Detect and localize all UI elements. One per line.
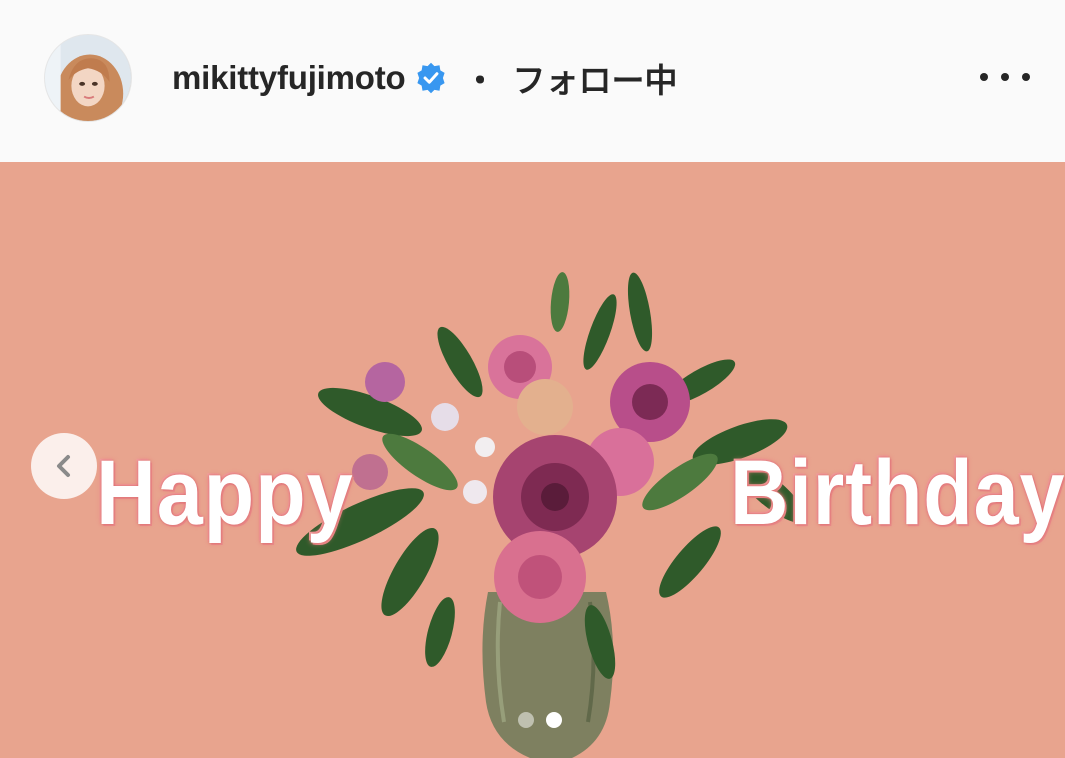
overlay-text-happy: Happy <box>96 442 354 544</box>
carousel-indicator <box>518 712 562 728</box>
more-options-icon[interactable] <box>980 62 1030 92</box>
username-link[interactable]: mikittyfujimoto <box>172 59 406 97</box>
more-dot <box>1001 73 1009 81</box>
overlay-text-birthday: Birthday <box>730 442 1065 544</box>
carousel-dot-active <box>546 712 562 728</box>
chevron-left-icon <box>57 455 70 477</box>
post-header: mikittyfujimoto ・ フォロー中 <box>0 0 1065 162</box>
post-image[interactable]: Happy Birthday <box>0 162 1065 758</box>
separator-dot: ・ <box>463 62 497 99</box>
carousel-dot <box>518 712 534 728</box>
more-dot <box>980 73 988 81</box>
avatar[interactable] <box>44 34 132 122</box>
profile-photo <box>45 35 131 121</box>
previous-slide-button[interactable] <box>31 433 97 499</box>
following-button[interactable]: フォロー中 <box>513 54 678 102</box>
username-row: mikittyfujimoto ・ フォロー中 <box>172 52 678 104</box>
verified-badge-icon <box>416 62 445 94</box>
more-dot <box>1022 73 1030 81</box>
